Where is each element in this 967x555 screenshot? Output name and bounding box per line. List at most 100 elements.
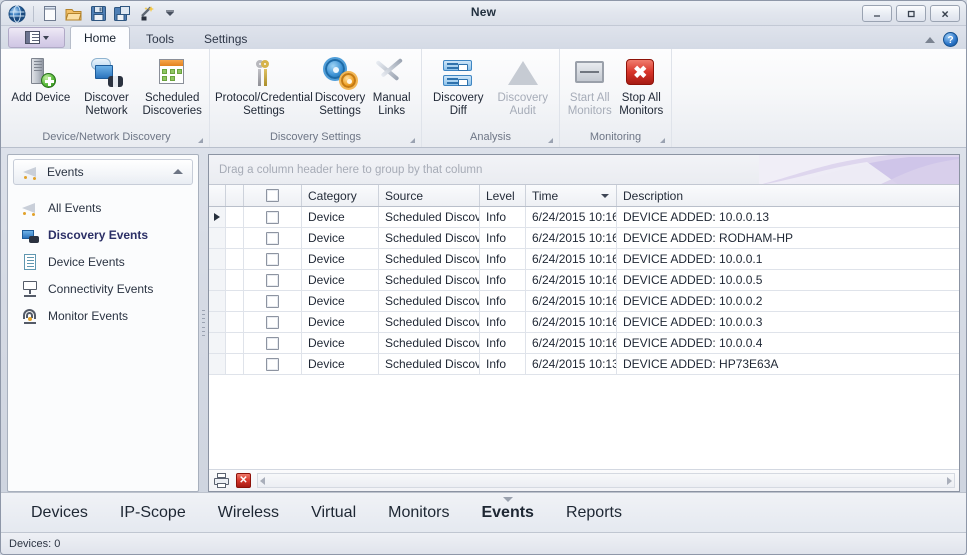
nav-tab-devices[interactable]: Devices: [15, 494, 104, 532]
row-checkbox[interactable]: [266, 336, 279, 350]
header-level[interactable]: Level: [480, 185, 526, 206]
minimize-button[interactable]: [862, 5, 892, 22]
chevron-down-icon: [42, 35, 49, 40]
manual-links-icon: [375, 57, 409, 89]
nav-tab-events[interactable]: Events: [465, 494, 549, 532]
table-row[interactable]: Device Scheduled Discov… Info 6/24/2015 …: [209, 207, 959, 228]
cell-category: Device: [302, 291, 379, 311]
row-checkbox-cell[interactable]: [244, 354, 302, 374]
discovery-settings-button[interactable]: Discovery Settings: [314, 55, 366, 119]
sidebar-splitter[interactable]: [199, 154, 208, 492]
cell-category: Device: [302, 207, 379, 227]
row-checkbox[interactable]: [266, 210, 279, 224]
table-row[interactable]: Device Scheduled Discov… Info 6/24/2015 …: [209, 333, 959, 354]
nav-tab-monitors[interactable]: Monitors: [372, 494, 465, 532]
cell-time: 6/24/2015 10:16…: [526, 207, 617, 227]
sidebar-header-events[interactable]: Events: [13, 159, 193, 185]
nav-tab-ip-scope[interactable]: IP-Scope: [104, 494, 202, 532]
group-by-bar[interactable]: Drag a column header here to group by th…: [209, 155, 959, 185]
add-device-button[interactable]: Add Device: [8, 55, 74, 107]
ribbon: Add Device Discover Network Scheduled Di…: [1, 49, 966, 148]
connectivity-events-icon: [21, 280, 39, 298]
row-checkbox[interactable]: [266, 357, 279, 371]
header-row-indicator: [209, 185, 226, 206]
dialog-launcher-icon[interactable]: [198, 138, 203, 143]
table-row[interactable]: Device Scheduled Discov… Info 6/24/2015 …: [209, 291, 959, 312]
row-checkbox-cell[interactable]: [244, 312, 302, 332]
row-checkbox-cell[interactable]: [244, 228, 302, 248]
row-checkbox-cell[interactable]: [244, 270, 302, 290]
dialog-launcher-icon[interactable]: [410, 138, 415, 143]
print-button[interactable]: [213, 472, 230, 489]
sidebar-item-label: Device Events: [48, 254, 125, 269]
cell-source: Scheduled Discov…: [379, 312, 480, 332]
protocol-credential-settings-button[interactable]: Protocol/Credential Settings: [214, 55, 314, 119]
row-checkbox[interactable]: [266, 294, 279, 308]
row-blank: [226, 228, 244, 248]
discovery-audit-icon: [506, 57, 540, 89]
scroll-right-icon[interactable]: [947, 476, 952, 485]
sidebar-item-connectivity-events[interactable]: Connectivity Events: [8, 275, 198, 302]
maximize-button[interactable]: [896, 5, 926, 22]
sidebar-item-device-events[interactable]: Device Events: [8, 248, 198, 275]
nav-tab-reports[interactable]: Reports: [550, 494, 638, 532]
close-button[interactable]: [930, 5, 960, 22]
stop-all-monitors-button[interactable]: ✖ Stop All Monitors: [616, 55, 668, 119]
row-checkbox-cell[interactable]: [244, 291, 302, 311]
row-checkbox-cell[interactable]: [244, 249, 302, 269]
nav-tab-wireless[interactable]: Wireless: [202, 494, 295, 532]
window-title: New: [470, 5, 497, 19]
table-row[interactable]: Device Scheduled Discov… Info 6/24/2015 …: [209, 270, 959, 291]
header-category[interactable]: Category: [302, 185, 379, 206]
start-all-monitors-label: Start All Monitors: [567, 92, 612, 117]
row-blank: [226, 291, 244, 311]
events-icon: [22, 163, 40, 181]
clear-events-button[interactable]: ✕: [235, 472, 252, 489]
help-icon[interactable]: ?: [943, 32, 958, 47]
row-checkbox[interactable]: [266, 273, 279, 287]
header-select-all[interactable]: [244, 185, 302, 206]
row-checkbox[interactable]: [266, 231, 279, 245]
sidebar-item-all-events[interactable]: All Events: [8, 194, 198, 221]
sort-descending-icon: [601, 194, 609, 198]
discovery-settings-label: Discovery Settings: [314, 92, 366, 117]
events-icon: [21, 199, 39, 217]
collapse-ribbon-icon[interactable]: [925, 36, 935, 43]
row-blank: [226, 270, 244, 290]
row-checkbox[interactable]: [266, 252, 279, 266]
header-time[interactable]: Time: [526, 185, 617, 206]
scroll-left-icon[interactable]: [260, 476, 265, 485]
dialog-launcher-icon[interactable]: [660, 138, 665, 143]
tab-tools[interactable]: Tools: [132, 28, 188, 49]
select-all-checkbox[interactable]: [266, 189, 279, 202]
horizontal-scrollbar[interactable]: [257, 473, 955, 488]
sidebar-item-monitor-events[interactable]: Monitor Events: [8, 302, 198, 329]
chevron-up-icon[interactable]: [173, 169, 183, 174]
dialog-launcher-icon[interactable]: [548, 138, 553, 143]
ribbon-group-monitoring: Start All Monitors ✖ Stop All Monitors M…: [559, 49, 671, 147]
cell-time: 6/24/2015 10:16…: [526, 312, 617, 332]
cell-level: Info: [480, 333, 526, 353]
table-row[interactable]: Device Scheduled Discov… Info 6/24/2015 …: [209, 228, 959, 249]
scheduled-discoveries-button[interactable]: Scheduled Discoveries: [139, 55, 205, 119]
row-checkbox-cell[interactable]: [244, 207, 302, 227]
ribbon-group-label-discovery-settings: Discovery Settings: [210, 130, 421, 147]
sidebar-item-discovery-events[interactable]: Discovery Events: [8, 221, 198, 248]
tab-settings[interactable]: Settings: [190, 28, 261, 49]
ribbon-group-label-monitoring: Monitoring: [560, 130, 671, 147]
manual-links-button[interactable]: Manual Links: [366, 55, 417, 119]
table-row[interactable]: Device Scheduled Discov… Info 6/24/2015 …: [209, 354, 959, 375]
ribbon-view-toggle[interactable]: [8, 27, 65, 48]
add-device-label: Add Device: [11, 92, 71, 104]
discover-network-button[interactable]: Discover Network: [74, 55, 140, 119]
table-row[interactable]: Device Scheduled Discov… Info 6/24/2015 …: [209, 312, 959, 333]
header-source[interactable]: Source: [379, 185, 480, 206]
row-checkbox[interactable]: [266, 315, 279, 329]
tab-home[interactable]: Home: [70, 26, 131, 49]
row-indicator: [209, 207, 226, 227]
nav-tab-virtual[interactable]: Virtual: [295, 494, 372, 532]
row-checkbox-cell[interactable]: [244, 333, 302, 353]
discovery-diff-button[interactable]: Discovery Diff: [426, 55, 491, 119]
table-row[interactable]: Device Scheduled Discov… Info 6/24/2015 …: [209, 249, 959, 270]
header-description[interactable]: Description: [617, 185, 959, 206]
